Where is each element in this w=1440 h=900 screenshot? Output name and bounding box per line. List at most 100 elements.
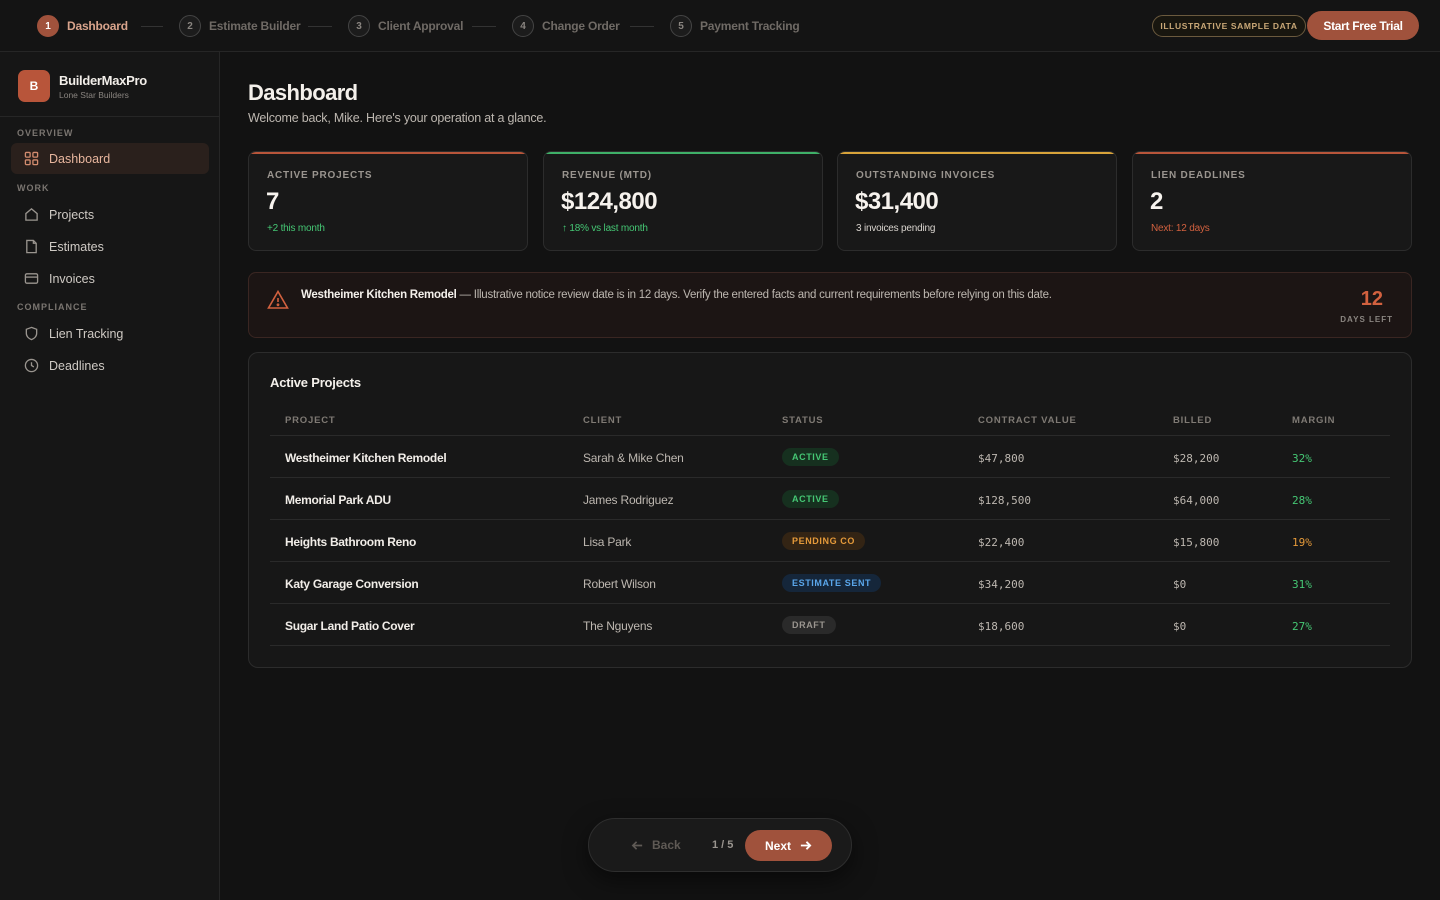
billed-value: $0 bbox=[1173, 620, 1187, 633]
kpi-label: LIEN DEADLINES bbox=[1151, 170, 1246, 181]
status-badge: ESTIMATE SENT bbox=[782, 574, 882, 592]
step-number: 5 bbox=[670, 15, 692, 37]
step-label: Dashboard bbox=[67, 19, 128, 33]
days-left-label: DAYS LEFT bbox=[1340, 315, 1393, 324]
start-free-trial-button[interactable]: Start Free Trial bbox=[1307, 11, 1419, 40]
step-label: Client Approval bbox=[378, 19, 464, 33]
section-label-overview: OVERVIEW bbox=[17, 128, 74, 138]
step-change-order[interactable]: 4 Change Order bbox=[512, 14, 620, 38]
home-icon bbox=[23, 207, 39, 223]
sidebar-item-invoices[interactable]: Invoices bbox=[11, 263, 209, 294]
step-dashboard[interactable]: 1 Dashboard bbox=[37, 14, 128, 38]
column-header-project[interactable]: PROJECT bbox=[285, 415, 335, 426]
sidebar: B BuilderMaxPro Lone Star Builders OVERV… bbox=[0, 52, 220, 900]
margin-value: 31% bbox=[1292, 578, 1312, 591]
sidebar-item-label: Estimates bbox=[49, 239, 104, 254]
kpi-value: $31,400 bbox=[855, 188, 939, 215]
sidebar-item-lien-tracking[interactable]: Lien Tracking bbox=[11, 318, 209, 349]
sidebar-item-label: Dashboard bbox=[49, 151, 111, 166]
status-badge: ACTIVE bbox=[782, 490, 839, 508]
back-button[interactable]: Back bbox=[631, 838, 681, 852]
divider bbox=[0, 116, 219, 117]
margin-value: 27% bbox=[1292, 620, 1312, 633]
contract-value: $128,500 bbox=[978, 494, 1031, 507]
project-name: Sugar Land Patio Cover bbox=[285, 619, 415, 633]
project-name: Memorial Park ADU bbox=[285, 493, 391, 507]
card-icon bbox=[23, 271, 39, 287]
lien-deadline-alert[interactable]: Westheimer Kitchen Remodel — Illustrativ… bbox=[248, 272, 1412, 338]
contract-value: $34,200 bbox=[978, 578, 1025, 591]
active-projects-panel: Active Projects PROJECT CLIENT STATUS CO… bbox=[248, 352, 1412, 668]
table-row[interactable]: Sugar Land Patio Cover The Nguyens DRAFT… bbox=[270, 604, 1390, 646]
status-badge: DRAFT bbox=[782, 616, 836, 634]
table-row[interactable]: Katy Garage Conversion Robert Wilson EST… bbox=[270, 562, 1390, 604]
kpi-note: Next: 12 days bbox=[1151, 223, 1210, 234]
client-name: Lisa Park bbox=[583, 535, 632, 549]
step-number: 1 bbox=[37, 15, 59, 37]
sidebar-item-projects[interactable]: Projects bbox=[11, 199, 209, 230]
project-name: Heights Bathroom Reno bbox=[285, 535, 417, 549]
next-label: Next bbox=[764, 838, 791, 853]
brand-name: BuilderMaxPro bbox=[59, 72, 147, 88]
kpi-accent-bar bbox=[838, 152, 1116, 154]
column-header-client[interactable]: CLIENT bbox=[583, 415, 622, 426]
step-connector bbox=[472, 26, 496, 27]
kpi-label: OUTSTANDING INVOICES bbox=[856, 170, 996, 181]
billed-value: $28,200 bbox=[1173, 452, 1220, 465]
billed-value: $64,000 bbox=[1173, 494, 1220, 507]
tour-pager: Back 1 / 5 Next bbox=[588, 818, 852, 872]
step-number: 3 bbox=[348, 15, 370, 37]
step-counter: 1 / 5 bbox=[712, 839, 734, 851]
client-name: Robert Wilson bbox=[583, 577, 656, 591]
column-header-contract-value[interactable]: CONTRACT VALUE bbox=[978, 415, 1077, 426]
client-name: Sarah & Mike Chen bbox=[583, 451, 684, 465]
document-icon bbox=[23, 239, 39, 255]
brand-company: Lone Star Builders bbox=[59, 89, 129, 100]
kpi-card-outstanding-invoices[interactable]: OUTSTANDING INVOICES $31,400 3 invoices … bbox=[837, 151, 1117, 251]
sample-data-badge: ILLUSTRATIVE SAMPLE DATA bbox=[1152, 15, 1306, 37]
column-header-status[interactable]: STATUS bbox=[782, 415, 823, 426]
clock-icon bbox=[23, 358, 39, 374]
section-label-work: WORK bbox=[17, 183, 50, 193]
panel-title: Active Projects bbox=[270, 375, 361, 390]
next-button[interactable]: Next bbox=[745, 830, 832, 861]
step-client-approval[interactable]: 3 Client Approval bbox=[348, 14, 463, 38]
kpi-note: 3 invoices pending bbox=[856, 223, 936, 234]
table-row[interactable]: Memorial Park ADU James Rodriguez ACTIVE… bbox=[270, 478, 1390, 520]
step-label: Estimate Builder bbox=[209, 19, 301, 33]
shield-icon bbox=[23, 326, 39, 342]
page-subtitle: Welcome back, Mike. Here's your operatio… bbox=[248, 111, 547, 125]
grid-icon bbox=[23, 151, 39, 167]
sidebar-item-deadlines[interactable]: Deadlines bbox=[11, 350, 209, 381]
column-header-margin[interactable]: MARGIN bbox=[1292, 415, 1335, 426]
sidebar-item-estimates[interactable]: Estimates bbox=[11, 231, 209, 262]
table-row[interactable]: Heights Bathroom Reno Lisa Park PENDING … bbox=[270, 520, 1390, 562]
column-header-billed[interactable]: BILLED bbox=[1173, 415, 1212, 426]
kpi-card-lien-deadlines[interactable]: LIEN DEADLINES 2 Next: 12 days bbox=[1132, 151, 1412, 251]
client-name: The Nguyens bbox=[583, 619, 653, 633]
status-badge: ACTIVE bbox=[782, 448, 839, 466]
table-divider bbox=[270, 645, 1390, 646]
step-number: 4 bbox=[512, 15, 534, 37]
kpi-value: 7 bbox=[266, 188, 279, 215]
kpi-accent-bar bbox=[1133, 152, 1411, 154]
kpi-label: ACTIVE PROJECTS bbox=[267, 170, 373, 181]
contract-value: $18,600 bbox=[978, 620, 1025, 633]
table-row[interactable]: Westheimer Kitchen Remodel Sarah & Mike … bbox=[270, 436, 1390, 478]
step-payment-tracking[interactable]: 5 Payment Tracking bbox=[670, 14, 800, 38]
brand[interactable]: B BuilderMaxPro Lone Star Builders bbox=[18, 70, 147, 102]
kpi-value: 2 bbox=[1150, 188, 1163, 215]
arrow-left-icon bbox=[631, 840, 643, 850]
step-estimate-builder[interactable]: 2 Estimate Builder bbox=[179, 14, 301, 38]
kpi-card-revenue[interactable]: REVENUE (MTD) $124,800 ↑ 18% vs last mon… bbox=[543, 151, 823, 251]
sidebar-item-dashboard[interactable]: Dashboard bbox=[11, 143, 209, 174]
kpi-note: +2 this month bbox=[267, 223, 325, 234]
kpi-card-active-projects[interactable]: ACTIVE PROJECTS 7 +2 this month bbox=[248, 151, 528, 251]
project-name: Westheimer Kitchen Remodel bbox=[285, 451, 447, 465]
step-connector bbox=[141, 26, 163, 27]
margin-value: 32% bbox=[1292, 452, 1312, 465]
step-label: Payment Tracking bbox=[700, 19, 800, 33]
sidebar-item-label: Deadlines bbox=[49, 358, 105, 373]
alert-message: Westheimer Kitchen Remodel — Illustrativ… bbox=[301, 289, 1052, 301]
kpi-value: $124,800 bbox=[561, 188, 658, 215]
